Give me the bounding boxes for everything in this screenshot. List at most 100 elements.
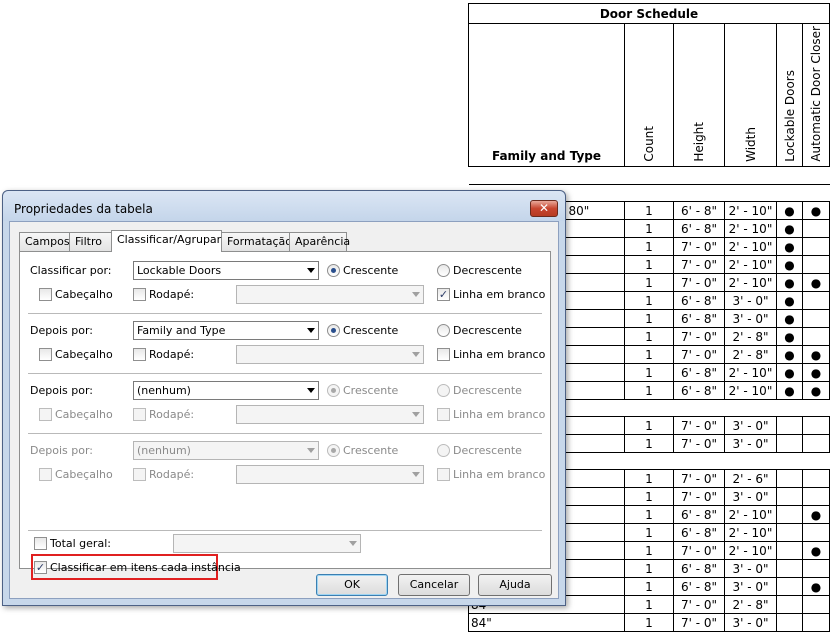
cell-count[interactable]: 1 [624,505,674,524]
cell-lockable[interactable]: ● [776,381,803,400]
cell-width[interactable]: 2' - 10" [724,201,777,220]
cell-height[interactable]: 7' - 0" [673,327,725,346]
total-geral-dropdown[interactable] [173,534,361,553]
cell-closer[interactable] [802,487,830,506]
cell-closer[interactable]: ● [802,273,830,292]
cell-height[interactable]: 6' - 8" [673,559,725,578]
cell-count[interactable]: 1 [624,201,674,220]
cell-lockable[interactable]: ● [776,273,803,292]
footer-checkbox-2[interactable] [133,348,146,361]
cell-closer[interactable] [802,327,830,346]
cell-count[interactable]: 1 [624,219,674,238]
cell-count[interactable]: 1 [624,577,674,596]
cancel-button[interactable]: Cancelar [398,574,470,596]
cell-closer[interactable] [802,559,830,578]
cell-lockable[interactable] [776,416,803,435]
cell-height[interactable]: 7' - 0" [673,613,725,632]
blank-line-checkbox-1[interactable]: ✓ [437,288,450,301]
tab-classificar-agrupar[interactable]: Classificar/Agrupar [111,230,222,252]
descending-radio-1[interactable] [437,264,450,277]
cell-height[interactable]: 7' - 0" [673,434,725,453]
ascending-radio-4[interactable] [327,444,340,457]
cell-width[interactable]: 2' - 10" [724,273,777,292]
dialog-titlebar[interactable]: Propriedades da tabela ✕ [3,191,565,221]
schedule-title[interactable]: Door Schedule [468,3,830,24]
cell-width[interactable]: 3' - 0" [724,416,777,435]
cell-width[interactable]: 2' - 6" [724,469,777,488]
cell-lockable[interactable]: ● [776,219,803,238]
cell-width[interactable]: 3' - 0" [724,309,777,328]
sort-field-dropdown-1[interactable]: Lockable Doors [133,261,319,280]
blank-line-checkbox-2[interactable] [437,348,450,361]
cell-width[interactable]: 3' - 0" [724,559,777,578]
cell-height[interactable]: 6' - 8" [673,201,725,220]
sort-field-dropdown-4[interactable]: (nenhum) [133,441,319,460]
header-family-type[interactable]: Family and Type [468,23,625,167]
cell-height[interactable]: 7' - 0" [673,416,725,435]
cell-closer[interactable] [802,469,830,488]
cell-height[interactable]: 6' - 8" [673,219,725,238]
header-count[interactable]: Count [624,23,674,167]
cell-lockable[interactable]: ● [776,327,803,346]
cell-count[interactable]: 1 [624,434,674,453]
header-checkbox-4[interactable] [39,468,52,481]
cell-height[interactable]: 6' - 8" [673,577,725,596]
header-height[interactable]: Height [673,23,725,167]
itemize-checkbox[interactable]: ✓ [34,561,47,574]
cell-lockable[interactable] [776,613,803,632]
cell-count[interactable]: 1 [624,595,674,614]
blank-line-checkbox-3[interactable] [437,408,450,421]
header-checkbox-1[interactable] [39,288,52,301]
cell-width[interactable]: 2' - 10" [724,523,777,542]
cell-width[interactable]: 3' - 0" [724,487,777,506]
cell-width[interactable]: 2' - 10" [724,237,777,256]
cell-width[interactable]: 2' - 10" [724,505,777,524]
cell-closer[interactable] [802,255,830,274]
cell-height[interactable]: 7' - 0" [673,255,725,274]
cell-closer[interactable] [802,291,830,310]
cell-count[interactable]: 1 [624,273,674,292]
cell-count[interactable]: 1 [624,613,674,632]
header-lockable-doors[interactable]: Lockable Doors [776,23,803,167]
cell-width[interactable]: 3' - 0" [724,613,777,632]
cell-closer[interactable]: ● [802,541,830,560]
cell-count[interactable]: 1 [624,469,674,488]
cell-lockable[interactable]: ● [776,255,803,274]
ascending-radio-2[interactable] [327,324,340,337]
cell-family-type[interactable]: 84" [468,613,625,632]
cell-count[interactable]: 1 [624,416,674,435]
cell-height[interactable]: 7' - 0" [673,345,725,364]
cell-width[interactable]: 2' - 10" [724,363,777,382]
cell-lockable[interactable] [776,505,803,524]
cell-height[interactable]: 7' - 0" [673,273,725,292]
tab-campos[interactable]: Campos [19,232,70,251]
cell-closer[interactable] [802,309,830,328]
cell-height[interactable]: 6' - 8" [673,505,725,524]
descending-radio-2[interactable] [437,324,450,337]
footer-dropdown-1[interactable] [236,285,424,304]
cell-count[interactable]: 1 [624,237,674,256]
cell-width[interactable]: 3' - 0" [724,577,777,596]
cell-width[interactable]: 2' - 10" [724,255,777,274]
cell-lockable[interactable]: ● [776,309,803,328]
cell-count[interactable]: 1 [624,309,674,328]
ascending-radio-3[interactable] [327,384,340,397]
cell-lockable[interactable]: ● [776,345,803,364]
help-button[interactable]: Ajuda [478,574,552,596]
cell-count[interactable]: 1 [624,345,674,364]
cell-height[interactable]: 7' - 0" [673,487,725,506]
footer-dropdown-3[interactable] [236,405,424,424]
cell-count[interactable]: 1 [624,255,674,274]
cell-count[interactable]: 1 [624,559,674,578]
footer-checkbox-4[interactable] [133,468,146,481]
cell-height[interactable]: 6' - 8" [673,363,725,382]
cell-lockable[interactable]: ● [776,291,803,310]
footer-dropdown-4[interactable] [236,465,424,484]
blank-line-checkbox-4[interactable] [437,468,450,481]
total-geral-checkbox[interactable] [34,537,47,550]
tab-aparencia[interactable]: Aparência [289,232,350,251]
descending-radio-4[interactable] [437,444,450,457]
cell-lockable[interactable] [776,434,803,453]
cell-lockable[interactable] [776,559,803,578]
cell-height[interactable]: 7' - 0" [673,237,725,256]
